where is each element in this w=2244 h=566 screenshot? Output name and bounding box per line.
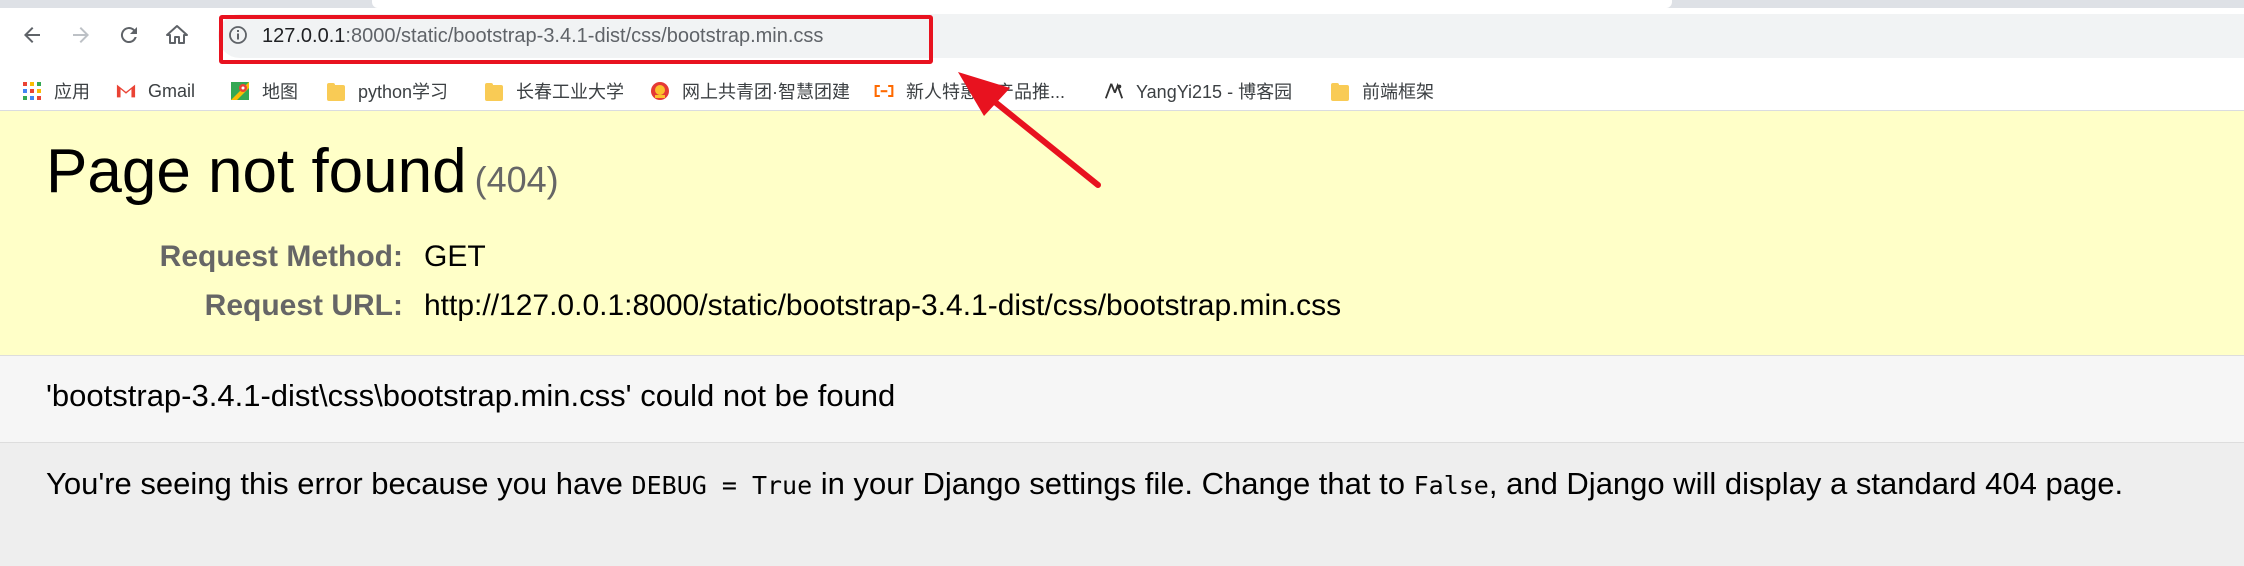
bookmark-label: 长春工业大学 — [516, 82, 624, 102]
request-method-label: Request Method: — [159, 240, 403, 273]
bookmark-aliyun[interactable]: 新人特惠云产品推... — [874, 72, 1065, 110]
explanation-section — [0, 443, 2244, 566]
browser-toolbar: 127.0.0.1:8000/static/bootstrap-3.4.1-di… — [0, 0, 2244, 72]
bookmark-frontend-frameworks[interactable]: 前端框架 — [1330, 72, 1434, 110]
status-code: (404) — [474, 159, 559, 200]
bookmark-ccut[interactable]: 长春工业大学 — [484, 72, 624, 110]
request-url-label: Request URL: — [204, 289, 403, 322]
explanation-part: , and Django will display a standard 404… — [1488, 466, 2124, 501]
apps-grid-icon — [22, 81, 42, 101]
false-value-code: False — [1413, 471, 1489, 500]
bookmark-label: Gmail — [148, 80, 196, 101]
explanation-message: You're seeing this error because you hav… — [46, 466, 2123, 502]
cnblogs-icon — [1104, 81, 1124, 101]
back-arrow-icon — [24, 27, 40, 43]
home-icon — [166, 25, 188, 44]
folder-icon — [484, 81, 504, 101]
aliyun-icon — [874, 81, 894, 101]
bookmark-label: YangYi215 - 博客园 — [1136, 82, 1293, 102]
bookmark-python-study[interactable]: python学习 — [326, 72, 448, 110]
forward-arrow-icon — [73, 27, 89, 43]
home-button[interactable] — [159, 17, 195, 53]
request-method-value: GET — [424, 240, 486, 273]
request-url-value: http://127.0.0.1:8000/static/bootstrap-3… — [424, 289, 1342, 322]
back-button[interactable] — [14, 17, 50, 53]
reload-button[interactable] — [111, 17, 147, 53]
bookmark-maps[interactable]: 地图 — [230, 72, 298, 110]
explanation-part: You're seeing this error because you hav… — [46, 466, 632, 501]
bookmark-youth-league[interactable]: 网上共青团·智慧团建 — [650, 72, 850, 110]
tab-strip-edge — [0, 0, 2244, 8]
league-emblem-icon — [650, 81, 670, 101]
bookmark-cnblogs[interactable]: YangYi215 - 博客园 — [1104, 72, 1292, 110]
debug-setting-code: DEBUG = True — [631, 471, 813, 500]
gmail-icon — [116, 81, 136, 101]
maps-icon — [230, 81, 250, 101]
bookmarks-bar: 应用 Gmail 地图 python学习 长春工业大学 网上共青团·智慧团建 新… — [0, 72, 2244, 111]
page-title: Page not found (404) — [46, 136, 559, 207]
annotation-highlight-box — [219, 15, 933, 64]
bookmark-gmail[interactable]: Gmail — [116, 72, 195, 110]
bookmark-label: 新人特惠云产品推... — [906, 82, 1066, 102]
page-title-text: Page not found — [46, 137, 467, 206]
forward-button[interactable] — [63, 17, 99, 53]
bookmark-label: 应用 — [54, 82, 90, 102]
reload-icon — [120, 27, 137, 44]
folder-icon — [1330, 81, 1350, 101]
explanation-part: in your Django settings file. Change tha… — [812, 466, 1414, 501]
folder-icon — [326, 81, 346, 101]
bookmark-label: 地图 — [262, 82, 298, 102]
bookmark-label: 前端框架 — [1362, 82, 1434, 102]
not-found-message: 'bootstrap-3.4.1-dist\css\bootstrap.min.… — [46, 378, 896, 413]
bookmark-label: 网上共青团·智慧团建 — [682, 82, 850, 102]
bookmark-apps[interactable]: 应用 — [22, 72, 90, 110]
bookmark-label: python学习 — [358, 82, 449, 102]
